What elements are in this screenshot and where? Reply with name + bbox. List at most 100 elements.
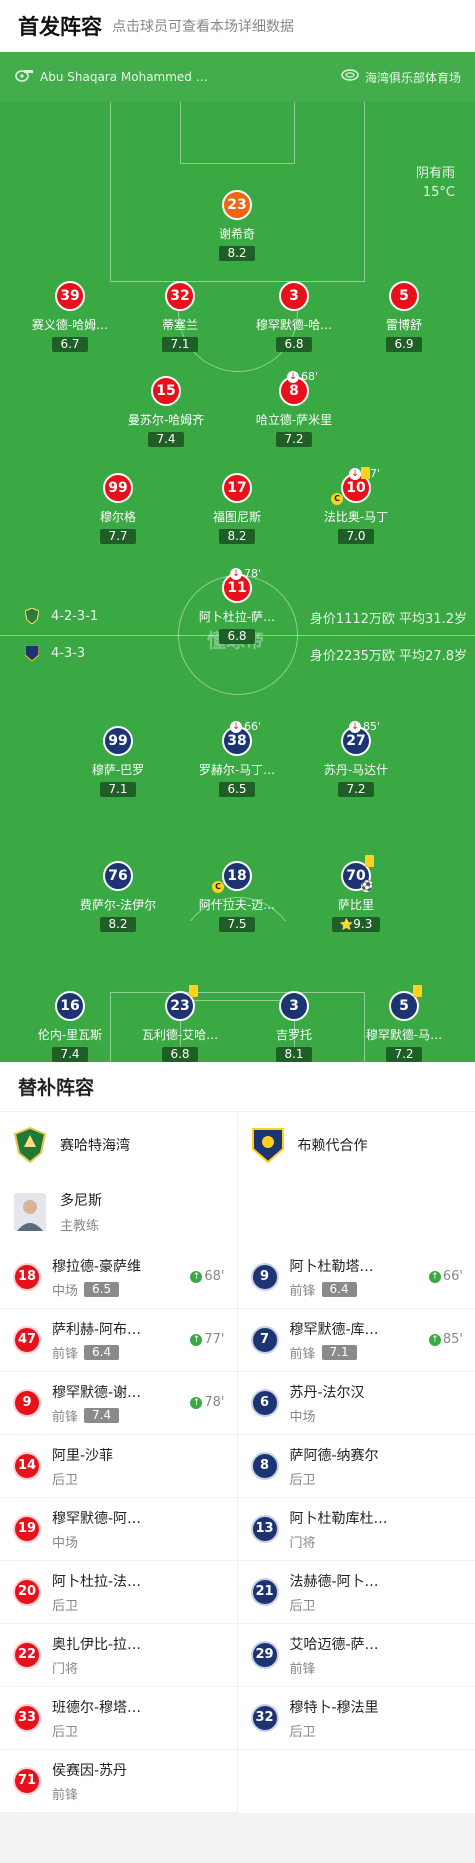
sub-player-row[interactable]: 9 穆罕默德-谢… 前锋 7.4 ↑ 78' — [0, 1372, 237, 1435]
player-number: 76 — [103, 861, 133, 891]
rating-value: 7.2 — [346, 782, 366, 796]
sub-player-rating: 6.4 — [84, 1344, 120, 1360]
sub-player-info: 阿卜杜拉-法… 后卫 — [52, 1571, 141, 1614]
sub-player-row[interactable]: 18 穆拉德-豪萨维 中场 6.5 ↑ 68' — [0, 1246, 237, 1309]
away-team-header[interactable]: 布赖代合作 — [238, 1112, 475, 1178]
player-rating: 8.2 — [219, 246, 255, 261]
sub-player-row[interactable]: 71 侯赛因-苏丹 前锋 — [0, 1750, 237, 1813]
sub-player-row[interactable]: 19 穆罕默德-阿… 中场 — [0, 1498, 237, 1561]
sub-player-position: 前锋 — [289, 1661, 316, 1677]
player-name: 福图尼斯 — [212, 510, 261, 524]
captain-badge: C — [212, 881, 224, 893]
sub-player-name: 奥扎伊比-拉… — [52, 1636, 142, 1653]
sub-off-icon: ↓ — [287, 371, 299, 383]
sub-player-row[interactable]: 14 阿里-沙菲 后卫 — [0, 1435, 237, 1498]
player-rating: 6.5 — [219, 782, 255, 797]
sub-off-badge: ↓ 78' — [230, 567, 261, 580]
away-player-0[interactable]: 99 穆萨-巴罗 7.1 — [73, 726, 163, 797]
sub-player-row[interactable]: 29 艾哈迈德-萨… 前锋 — [237, 1624, 475, 1687]
away-player-1[interactable]: 38 ↓ 66' 罗赫尔-马丁… 6.5 — [192, 720, 282, 797]
sub-player-row[interactable]: 8 萨阿德-纳赛尔 后卫 — [237, 1435, 475, 1498]
home-team-name: 赛哈特海湾 — [60, 1138, 130, 1154]
sub-player-row[interactable]: 22 奥扎伊比-拉… 门将 — [0, 1624, 237, 1687]
sub-player-rating: 6.4 — [321, 1281, 357, 1297]
captain-badge: C — [331, 493, 343, 505]
sub-player-position: 后卫 — [289, 1724, 316, 1740]
player-number: 15 — [151, 376, 181, 406]
player-number: 17 — [222, 473, 252, 503]
sub-player-row[interactable]: 47 萨利赫-阿布… 前锋 6.4 ↑ 77' — [0, 1309, 237, 1372]
sub-player-number: 9 — [13, 1389, 41, 1417]
home-team-header[interactable]: 赛哈特海湾 — [0, 1112, 237, 1178]
sub-player-name: 阿里-沙菲 — [52, 1447, 114, 1464]
sub-player-info: 阿里-沙菲后卫 — [52, 1445, 113, 1488]
home-player-7[interactable]: 99 穆尔格 7.7 — [73, 473, 163, 544]
away-player-3[interactable]: 76 费萨尔-法伊尔 8.2 — [73, 861, 163, 932]
sub-player-row[interactable]: 7 穆罕默德-库… 前锋 7.1 ↑ 85' — [237, 1309, 475, 1372]
sub-player-name: 萨利赫-阿布… — [52, 1321, 142, 1338]
home-player-4[interactable]: 5 雷博舒 6.9 — [359, 281, 449, 352]
rating-value: 8.2 — [227, 529, 247, 543]
player-number: 3 — [279, 281, 309, 311]
sub-on-minute: 85' — [442, 1332, 463, 1347]
away-player-6[interactable]: 16 伦内-里瓦斯 7.4 — [25, 991, 115, 1062]
sub-player-number: 29 — [250, 1641, 279, 1669]
sub-player-info: 苏丹-法尔汉 中场 — [290, 1382, 365, 1425]
away-player-4[interactable]: 18 C 阿什拉夫-迈… 7.5 — [192, 861, 282, 932]
home-player-10[interactable]: 11 ↓ 78' 阿卜杜拉-萨… 6.8 — [192, 567, 282, 644]
coach-name: 多尼斯 — [60, 1193, 102, 1209]
sub-on-badge: ↑ 85' — [428, 1332, 463, 1347]
yellow-card-icon — [413, 985, 422, 997]
away-formation-text: 4-3-3 — [51, 645, 86, 661]
player-rating: 6.9 — [386, 337, 422, 352]
sub-player-row[interactable]: 33 班德尔-穆塔… 后卫 — [0, 1687, 237, 1750]
rating-value: 6.8 — [227, 629, 247, 643]
sub-player-row[interactable]: 9 阿卜杜勒塔… 前锋 6.4 ↑ 66' — [237, 1246, 475, 1309]
home-player-2[interactable]: 32 蒂塞兰 7.1 — [135, 281, 225, 352]
rating-value: 6.8 — [170, 1047, 190, 1061]
sub-player-name: 穆罕默德-阿… — [52, 1510, 142, 1527]
away-team-name: 布赖代合作 — [297, 1138, 368, 1154]
away-player-5[interactable]: 70 ⚽ 萨比里 ⭐9.3 — [311, 855, 401, 932]
sub-player-row[interactable]: 6 苏丹-法尔汉 中场 — [237, 1372, 475, 1435]
sub-player-row[interactable]: 13 阿卜杜勒库杜… 门将 — [237, 1498, 475, 1561]
sub-player-row[interactable]: 21 法赫德-阿卜… 后卫 — [237, 1561, 475, 1624]
sub-player-position: 门将 — [289, 1535, 316, 1551]
player-name: 瓦利德-艾哈… — [141, 1028, 219, 1042]
sub-player-name: 法赫德-阿卜… — [289, 1573, 379, 1590]
rating-value: 7.2 — [394, 1047, 414, 1061]
away-player-9[interactable]: 5 穆罕默德-马… 7.2 — [359, 985, 449, 1062]
player-name: 法比奥-马丁 — [323, 510, 389, 524]
sub-on-badge: ↑ 68' — [190, 1269, 225, 1284]
sub-player-position: 中场 — [52, 1283, 79, 1299]
sub-player-info: 萨阿德-纳赛尔 后卫 — [290, 1445, 379, 1488]
away-player-2[interactable]: 27 ↓ 85' 苏丹-马达什 7.2 — [311, 720, 401, 797]
sub-player-row[interactable]: 20 阿卜杜拉-法… 后卫 — [0, 1561, 237, 1624]
player-rating: 7.0 — [338, 529, 374, 544]
sub-player-position: 前锋 — [289, 1346, 316, 1362]
sub-player-position-row: 后卫 — [52, 1469, 113, 1488]
home-player-8[interactable]: 17 福图尼斯 8.2 — [192, 473, 282, 544]
sub-player-name: 穆罕默德-库… — [289, 1321, 379, 1338]
home-player-5[interactable]: 15 曼苏尔-哈姆齐 7.4 — [121, 376, 211, 447]
sub-player-rating: 7.1 — [321, 1344, 357, 1360]
home-coach[interactable]: 多尼斯 主教练 — [0, 1178, 237, 1246]
rating-value: 9.3 — [353, 917, 373, 931]
sub-player-name: 阿卜杜勒塔… — [289, 1258, 374, 1275]
home-player-6[interactable]: 8 ↓ 68' 哈立德-萨米里 7.2 — [249, 370, 339, 447]
home-value: 身价1112万欧 平均31.2岁 — [309, 612, 467, 627]
sub-player-row[interactable]: 32 穆特卜-穆法里 后卫 — [237, 1687, 475, 1750]
sub-player-position: 前锋 — [52, 1787, 79, 1803]
home-player-9[interactable]: 10 ↓ 77' C 法比奥-马丁 7.0 — [311, 467, 401, 544]
home-player-3[interactable]: 3 穆罕默德-哈… 6.8 — [249, 281, 339, 352]
home-player-1[interactable]: 39 赛义德-哈姆… 6.7 — [25, 281, 115, 352]
sub-player-name: 艾哈迈德-萨… — [289, 1636, 379, 1653]
player-rating: 7.2 — [386, 1047, 422, 1062]
sub-player-info: 穆拉德-豪萨维 中场 6.5 — [52, 1256, 141, 1299]
home-player-0[interactable]: 23 谢希奇 8.2 — [192, 190, 282, 261]
player-rating: 6.8 — [162, 1047, 198, 1062]
rating-value: 7.7 — [108, 529, 128, 543]
away-player-8[interactable]: 3 吉罗托 8.1 — [249, 991, 339, 1062]
away-value: 身价2235万欧 平均27.8岁 — [309, 649, 467, 664]
away-player-7[interactable]: 23 瓦利德-艾哈… 6.8 — [135, 985, 225, 1062]
